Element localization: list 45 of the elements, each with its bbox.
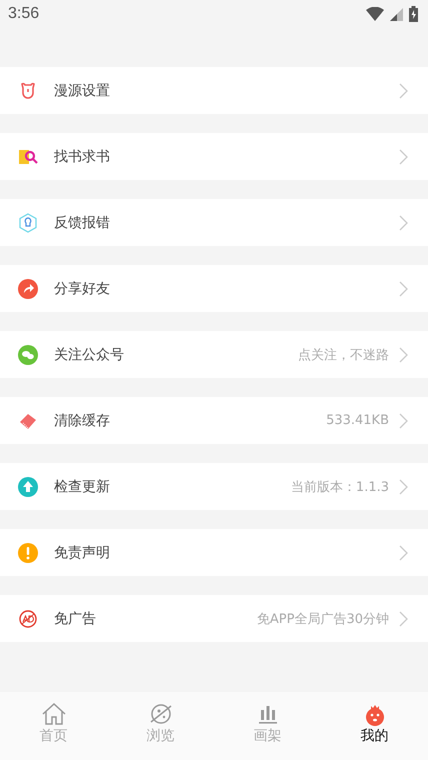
menu-row[interactable]: 免责声明 xyxy=(0,529,428,576)
menu-row[interactable]: 关注公众号 点关注，不迷路 xyxy=(0,331,428,378)
menu-value: 533.41KB xyxy=(326,413,389,428)
menu-label: 分享好友 xyxy=(54,280,111,298)
menu-row[interactable]: 找书求书 xyxy=(0,133,428,180)
menu-value: 点关注，不迷路 xyxy=(298,346,389,364)
chat-icon xyxy=(18,344,38,364)
signal-icon xyxy=(390,8,403,20)
chevron-icon xyxy=(399,346,408,362)
chevron-icon xyxy=(399,280,408,296)
share-icon xyxy=(18,278,38,298)
menu-value: 当前版本：1.1.3 xyxy=(290,478,389,496)
chevron-icon xyxy=(399,478,408,494)
lightbulb-icon xyxy=(18,212,38,232)
alert-icon xyxy=(18,542,38,562)
menu-row[interactable]: 免广告 免APP全局广告30分钟 xyxy=(0,595,428,642)
chevron-icon xyxy=(399,544,408,560)
menu-label: 免责声明 xyxy=(54,544,111,562)
menu-row[interactable]: 清除缓存 533.41KB xyxy=(0,397,428,444)
menu-row[interactable]: 分享好友 xyxy=(0,265,428,312)
nav-tab[interactable]: 我的 xyxy=(321,692,428,754)
chevron-icon xyxy=(399,412,408,428)
menu-label: 检查更新 xyxy=(54,478,111,496)
no-ad-icon xyxy=(18,608,38,628)
chevron-icon xyxy=(399,82,408,98)
home-icon xyxy=(40,702,66,726)
planet-icon xyxy=(148,702,174,726)
menu-value: 免APP全局广告30分钟 xyxy=(256,610,389,628)
menu-row[interactable]: 反馈报错 xyxy=(0,199,428,246)
battery-icon xyxy=(409,6,418,22)
chevron-icon xyxy=(399,610,408,626)
chevron-icon xyxy=(399,148,408,164)
menu-row[interactable]: 检查更新 当前版本：1.1.3 xyxy=(0,463,428,510)
bear-icon xyxy=(18,80,38,100)
menu-label: 反馈报错 xyxy=(54,214,111,232)
menu-label: 漫源设置 xyxy=(54,82,111,100)
status-time: 3:56 xyxy=(8,5,40,23)
menu-label: 关注公众号 xyxy=(54,346,125,364)
wifi-icon xyxy=(366,7,384,21)
menu-row[interactable]: 漫源设置 xyxy=(0,67,428,114)
chevron-icon xyxy=(399,214,408,230)
upload-icon xyxy=(18,476,38,496)
menu-label: 找书求书 xyxy=(54,148,111,166)
menu-label: 免广告 xyxy=(54,610,97,628)
menu-label: 清除缓存 xyxy=(54,412,111,430)
